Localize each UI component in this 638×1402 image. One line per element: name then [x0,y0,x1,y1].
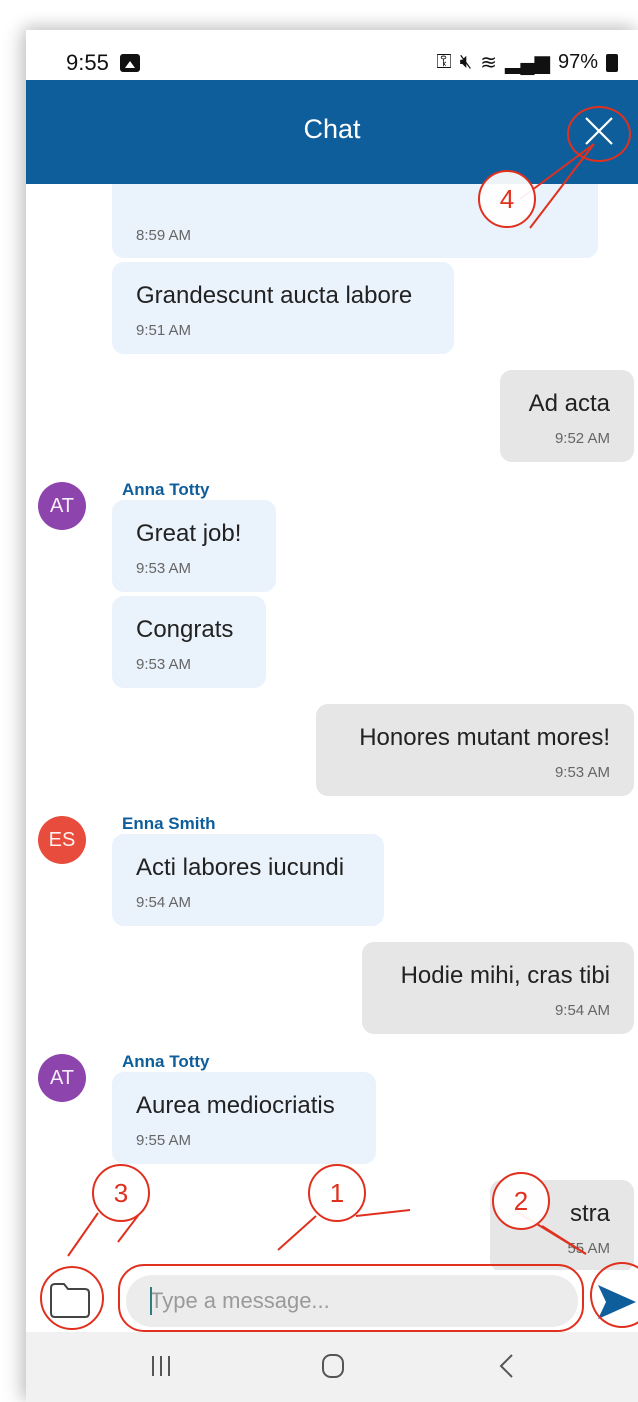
send-button[interactable] [596,1282,638,1322]
phone-screen: 9:55 ⚿ 🔇︎ ≋ ▂▄▆ 97% Chat 8:59 AM Grandes… [26,30,638,1402]
message-bubble: Grandescunt aucta labore 9:51 AM [112,262,454,354]
message-text: Aurea mediocriatis [136,1092,335,1119]
battery-icon [606,53,618,72]
battery-level: 97% [557,51,598,73]
mute-icon: 🔇︎ [459,51,473,73]
avatar: AT [38,482,86,530]
message-bubble: Great job! 9:53 AM [112,500,276,592]
text-cursor [150,1287,152,1315]
message-text: Grandescunt aucta labore [136,282,413,309]
recent-apps-icon [152,1356,170,1376]
send-icon [598,1285,636,1319]
back-icon [499,1354,513,1378]
message-bubble: Congrats 9:53 AM [112,596,266,688]
message-bubble: 8:59 AM [112,184,598,258]
message-time: 9:54 AM [136,894,192,911]
message-text: Ad acta [528,390,610,417]
signal-icon: ▂▄▆ [505,52,550,74]
message-text: Honores mutant mores! [359,724,610,751]
message-time: 9:54 AM [554,1002,610,1019]
sender-name: Anna Totty [122,480,210,499]
message-bubble: Aurea mediocriatis 9:55 AM [112,1072,376,1164]
message-time: 9:52 AM [554,430,610,447]
home-icon [322,1354,344,1378]
avatar: ES [38,816,86,864]
message-bubble: Honores mutant mores! 9:53 AM [316,704,634,796]
back-button[interactable] [482,1346,532,1386]
message-bubble: Ad acta 9:52 AM [500,370,634,462]
status-time: 9:55 [66,50,109,75]
message-text: Acti labores iucundi [136,854,345,881]
folder-icon [50,1283,90,1318]
message-text: Hodie mihi, cras tibi [400,962,610,989]
home-button[interactable] [308,1346,358,1386]
message-list[interactable]: 8:59 AM Grandescunt aucta labore 9:51 AM… [26,184,638,1270]
status-bar: 9:55 ⚿ 🔇︎ ≋ ▂▄▆ 97% [26,30,638,80]
message-bubble: Acti labores iucundi 9:54 AM [112,834,384,926]
message-text: Congrats [136,616,234,643]
chat-header: Chat [26,80,638,184]
gallery-icon [120,54,140,72]
message-time: 8:59 AM [136,227,192,244]
sender-name: Anna Totty [122,1052,210,1071]
message-time: 9:53 AM [136,560,192,577]
message-time: 9:53 AM [554,764,610,781]
message-time: 55 AM [567,1240,610,1257]
message-time: 9:55 AM [136,1132,192,1149]
message-text: stra [569,1200,610,1227]
avatar: AT [38,1054,86,1102]
close-icon [585,117,613,145]
recent-apps-button[interactable] [136,1346,186,1386]
page-title: Chat [303,114,361,144]
message-time: 9:53 AM [136,656,192,673]
attach-file-button[interactable] [48,1280,92,1320]
key-icon: ⚿ [436,51,452,73]
message-input[interactable] [126,1275,578,1327]
system-nav-bar [26,1332,638,1402]
close-button[interactable] [570,102,628,160]
message-time: 9:51 AM [136,322,192,339]
message-composer [26,1270,638,1332]
status-indicators: ⚿ 🔇︎ ≋ ▂▄▆ 97% [436,50,618,75]
message-text: Great job! [136,520,242,547]
message-bubble: stra 55 AM [490,1180,634,1270]
sender-name: Enna Smith [122,814,216,833]
wifi-icon: ≋ [480,52,498,74]
message-bubble: Hodie mihi, cras tibi 9:54 AM [362,942,634,1034]
